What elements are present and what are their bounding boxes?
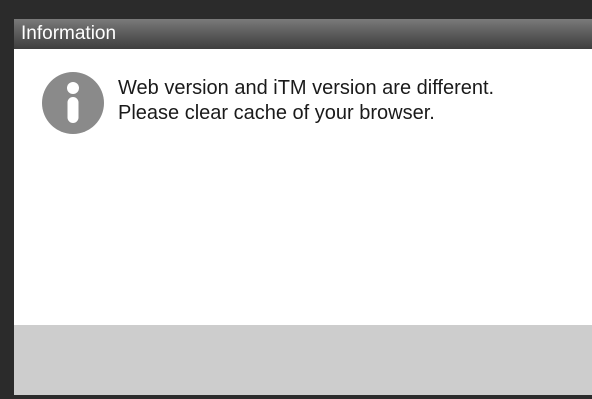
dialog-footer <box>14 325 592 395</box>
message-line-1: Web version and iTM version are differen… <box>118 77 495 99</box>
dialog-title: Information <box>21 23 117 44</box>
dialog-titlebar[interactable]: Information <box>14 19 592 49</box>
message-line-2: Please clear cache of your browser. <box>118 102 435 124</box>
information-dialog: Information Web version and iTM version … <box>14 19 592 395</box>
dialog-body: Web version and iTM version are differen… <box>14 49 592 325</box>
window-frame: Information Web version and iTM version … <box>0 0 592 399</box>
dialog-message: Web version and iTM version are differen… <box>118 76 494 126</box>
info-icon <box>42 72 104 134</box>
